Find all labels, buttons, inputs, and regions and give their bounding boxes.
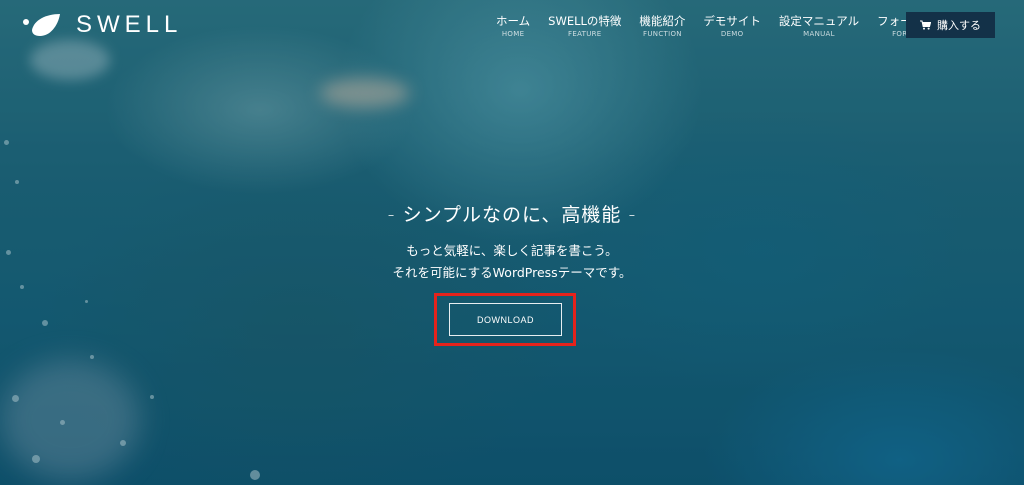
nav-item-sublabel: MANUAL [803, 30, 835, 38]
nav-item-sublabel: FUNCTION [643, 30, 682, 38]
site-logo[interactable]: SWELL [22, 10, 182, 40]
site-header: SWELL ホーム HOME SWELLの特徴 FEATURE 機能紹介 FUN… [0, 0, 1024, 50]
swell-logo-icon [23, 14, 60, 36]
nav-item-label: SWELLの特徴 [548, 14, 622, 28]
hero-description-line1: もっと気軽に、楽しく記事を書こう。 [406, 243, 618, 258]
nav-item-feature[interactable]: SWELLの特徴 FEATURE [539, 14, 630, 39]
global-nav: ホーム HOME SWELLの特徴 FEATURE 機能紹介 FUNCTION … [487, 14, 943, 39]
nav-item-sublabel: FEATURE [568, 30, 602, 38]
hero-tagline: - シンプルなのに、高機能 - [387, 204, 637, 226]
nav-item-sublabel: DEMO [720, 30, 744, 38]
nav-item-function[interactable]: 機能紹介 FUNCTION [630, 14, 694, 39]
nav-item-manual[interactable]: 設定マニュアル MANUAL [770, 14, 868, 39]
nav-item-label: デモサイト [703, 14, 761, 28]
nav-item-home[interactable]: ホーム HOME [487, 14, 539, 39]
nav-item-label: 設定マニュアル [778, 14, 860, 28]
nav-item-label: ホーム [496, 14, 531, 28]
nav-item-sublabel: HOME [501, 30, 525, 38]
logo-text: SWELL [76, 11, 183, 38]
buy-button-label: 購入する [937, 19, 981, 32]
download-button[interactable]: DOWNLOAD [449, 303, 562, 336]
hero-description-line2: それを可能にするWordPressテーマです。 [392, 265, 632, 280]
buy-button[interactable]: 購入する [906, 12, 995, 38]
cart-icon [920, 20, 931, 30]
nav-item-demo[interactable]: デモサイト DEMO [694, 14, 770, 39]
nav-item-label: 機能紹介 [639, 14, 686, 28]
